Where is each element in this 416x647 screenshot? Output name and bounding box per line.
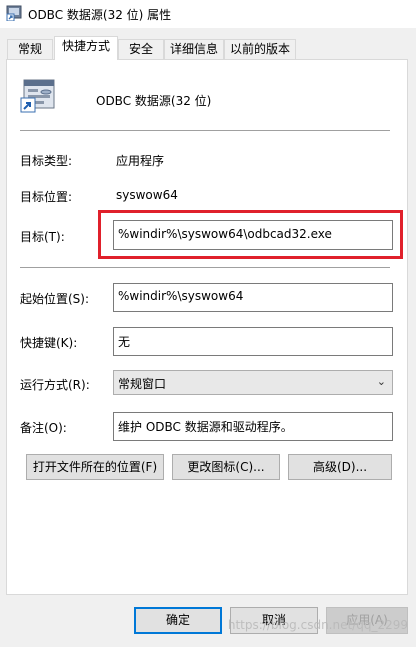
- shortcut-app-icon: [6, 5, 22, 21]
- tab-security[interactable]: 安全: [118, 39, 164, 59]
- highlight-box: [98, 210, 403, 259]
- comment-label: 备注(O):: [20, 421, 67, 435]
- run-select[interactable]: 常规窗口 ⌄: [113, 370, 393, 395]
- shortcut-key-label: 快捷键(K):: [20, 336, 78, 350]
- run-label: 运行方式(R):: [20, 378, 90, 392]
- divider: [20, 130, 390, 131]
- target-type-label: 目标类型:: [20, 154, 73, 168]
- change-icon-button[interactable]: 更改图标(C)...: [172, 454, 280, 480]
- comment-input[interactable]: 维护 ODBC 数据源和驱动程序。: [113, 412, 393, 441]
- tab-previous-versions[interactable]: 以前的版本: [224, 39, 296, 59]
- target-label: 目标(T):: [20, 230, 65, 244]
- tab-general[interactable]: 常规: [7, 39, 53, 59]
- target-location-label: 目标位置:: [20, 190, 73, 204]
- target-location-value: syswow64: [116, 188, 178, 202]
- odbc-shortcut-icon: [20, 79, 55, 113]
- window-title: ODBC 数据源(32 位) 属性: [28, 8, 172, 22]
- target-type-value: 应用程序: [116, 154, 165, 168]
- shortcut-key-input[interactable]: 无: [113, 327, 393, 356]
- divider: [20, 267, 390, 268]
- run-select-value: 常规窗口: [118, 377, 167, 391]
- shortcut-name: ODBC 数据源(32 位): [96, 94, 212, 108]
- start-in-label: 起始位置(S):: [20, 292, 90, 306]
- advanced-button[interactable]: 高级(D)...: [288, 454, 392, 480]
- open-file-location-button[interactable]: 打开文件所在的位置(F): [26, 454, 164, 480]
- tab-details[interactable]: 详细信息: [164, 39, 224, 59]
- start-in-input[interactable]: %windir%\syswow64: [113, 283, 393, 312]
- ok-button[interactable]: 确定: [134, 607, 222, 634]
- watermark-text: https://blog.csdn.net/qq_2299: [227, 618, 408, 632]
- tab-shortcut[interactable]: 快捷方式: [54, 36, 118, 60]
- chevron-down-icon: ⌄: [376, 375, 386, 388]
